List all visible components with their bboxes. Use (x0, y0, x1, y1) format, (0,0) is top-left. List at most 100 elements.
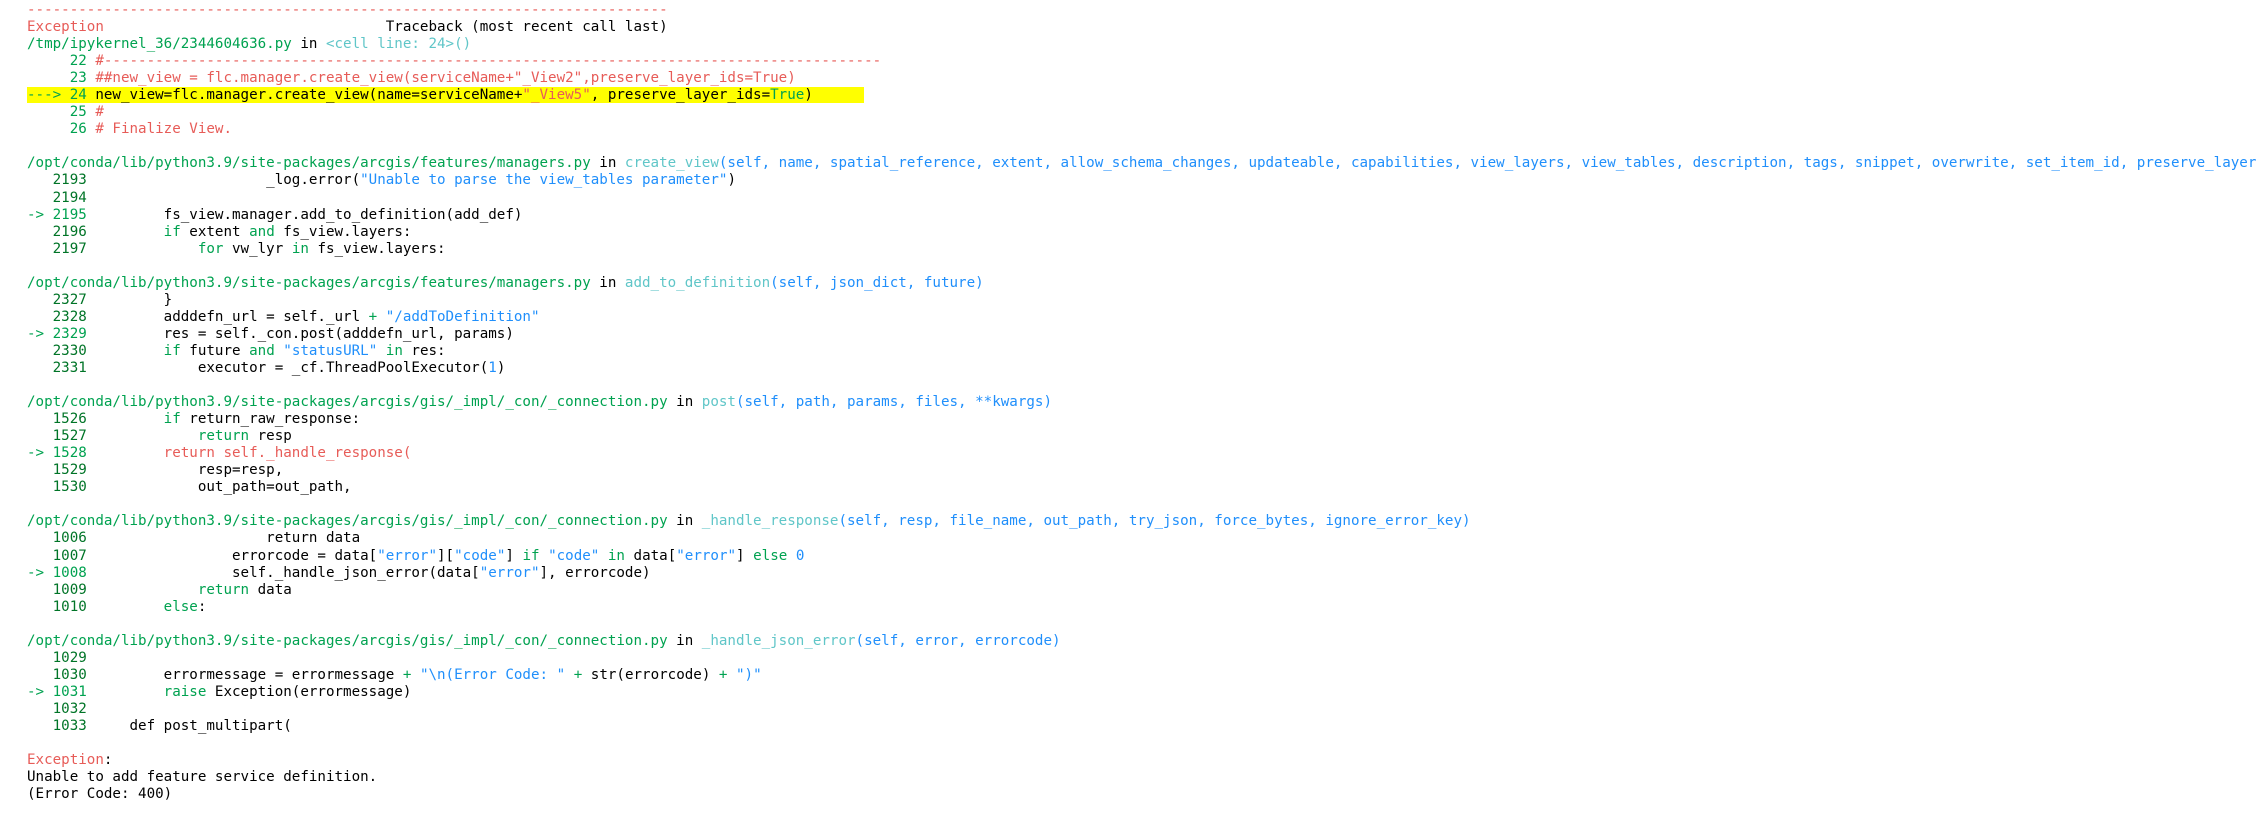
code-token: (self, error, errorcode) (855, 632, 1061, 649)
code-line: 2194 (27, 190, 2247, 207)
code-token: 25 (27, 104, 87, 121)
code-token: 2194 (27, 189, 87, 206)
code-token: 2196 (27, 223, 87, 240)
code-token: 1030 (27, 666, 87, 683)
code-token: Traceback (most recent call last) (103, 19, 668, 36)
code-token: ] (736, 547, 754, 564)
code-line: 1007 errorcode = data["error"]["code"] i… (27, 548, 2247, 565)
code-token: 1527 (27, 428, 87, 445)
code-token: 1029 (27, 649, 87, 666)
code-token: fs_view.manager.add_to_definition(add_de… (86, 206, 523, 223)
blank (27, 377, 2247, 394)
code-line: 1029 (27, 650, 2247, 667)
code-token: in (667, 513, 702, 530)
code-token: _log.error( (86, 172, 361, 189)
code-token: raise (163, 683, 207, 700)
code-line-current: -> 1031 raise Exception(errormessage) (27, 684, 2247, 701)
frame-2-path: /opt/conda/lib/python3.9/site-packages/a… (27, 275, 2247, 292)
code-token: 1529 (27, 462, 87, 479)
code-token: out_path=out_path, (86, 479, 352, 496)
code-token: Exception (27, 19, 104, 36)
code-token: 1 (488, 359, 497, 376)
code-token: 23 (27, 70, 87, 87)
code-token: 1033 (27, 717, 87, 734)
code-line: 1527 return resp (27, 428, 2247, 445)
code-token: _handle_json_error (701, 632, 856, 649)
code-token: "code" (548, 547, 600, 564)
code-token: data[ (624, 547, 677, 564)
code-token: 1006 (27, 530, 87, 547)
code-token: 1526 (27, 411, 87, 428)
code-token: "\n(Error Code: " (419, 666, 566, 683)
code-token: 1010 (27, 598, 87, 615)
code-token: resp (249, 428, 292, 445)
code-token: 2327 (27, 291, 87, 308)
code-line-current: -> 2195 fs_view.manager.add_to_definitio… (27, 207, 2247, 224)
code-token: 2328 (27, 308, 87, 325)
code-token: /tmp/ipykernel_36/2344604636.py (27, 36, 292, 53)
code-token: Unable to add feature service definition… (27, 769, 378, 786)
code-token: 1009 (27, 581, 87, 598)
code-token: "code" (454, 547, 506, 564)
code-token: () (454, 36, 472, 53)
code-line: 1529 resp=resp, (27, 462, 2247, 479)
code-token: -> 2329 (27, 325, 87, 342)
code-token: ---> 24 (27, 87, 87, 104)
code-token: return self._handle_response( (163, 445, 412, 462)
code-token: in (667, 394, 702, 411)
code-token: _handle_response (701, 513, 839, 530)
current-line-highlight: ---> 24 new_view=flc.manager.create_view… (27, 87, 865, 104)
code-token: ] (505, 547, 523, 564)
code-token: 22 (27, 53, 87, 70)
code-token: else (753, 547, 788, 564)
code-token: /opt/conda/lib/python3.9/site-packages/a… (27, 513, 668, 530)
code-token: if (163, 223, 181, 240)
code-line: 25 # (27, 104, 2247, 121)
code-token: def post_multipart( (86, 717, 292, 734)
code-token: and (249, 342, 275, 359)
frame-1-path: /opt/conda/lib/python3.9/site-packages/a… (27, 155, 2256, 172)
frame-5-path: /opt/conda/lib/python3.9/site-packages/a… (27, 633, 2247, 650)
blank (27, 138, 2247, 155)
code-token: ) (804, 87, 865, 104)
code-token: -> 1008 (27, 564, 87, 581)
code-token: new_view=flc.manager.create_view(name=se… (86, 87, 523, 104)
code-token: Exception (27, 752, 104, 769)
code-token: # (95, 104, 104, 121)
code-token: if (163, 342, 181, 359)
code-token: "/addToDefinition" (385, 308, 540, 325)
code-line: 22 #------------------------------------… (27, 53, 2247, 70)
traceback-output: ----------------------------------------… (27, 2, 2256, 803)
code-token: /opt/conda/lib/python3.9/site-packages/a… (27, 394, 668, 411)
code-token: : (103, 752, 113, 769)
code-token: errorcode = data[ (86, 547, 378, 564)
code-token: adddefn_url = self._url (86, 308, 369, 325)
code-token: ][ (437, 547, 455, 564)
code-line: 23 ##new_view = flc.manager.create_view(… (27, 70, 2247, 87)
frame-4-path: /opt/conda/lib/python3.9/site-packages/a… (27, 513, 2247, 530)
code-token: return (197, 428, 250, 445)
code-line-current: ---> 24 new_view=flc.manager.create_view… (27, 87, 2247, 104)
code-line-current: -> 2329 res = self._con.post(adddefn_url… (27, 326, 2247, 343)
code-token: return (197, 581, 250, 598)
code-token: (self, json_dict, future) (770, 274, 984, 291)
code-token: -> 2195 (27, 206, 87, 223)
code-line: 2197 for vw_lyr in fs_view.layers: (27, 241, 2247, 258)
code-line: 2328 adddefn_url = self._url + "/addToDe… (27, 309, 2247, 326)
code-token: in (667, 632, 702, 649)
code-token: ##new_view = flc.manager.create_view(ser… (95, 70, 796, 87)
code-token: add_to_definition (624, 274, 771, 291)
code-token: res: (402, 342, 446, 359)
code-token: /opt/conda/lib/python3.9/site-packages/a… (27, 274, 591, 291)
code-token: ----------------------------------------… (27, 2, 668, 18)
code-token: (self, path, params, files, **kwargs) (735, 394, 1053, 411)
code-token: if (522, 547, 540, 564)
code-token: : (197, 598, 207, 615)
code-token: 2193 (27, 172, 87, 189)
code-token: in (590, 274, 625, 291)
